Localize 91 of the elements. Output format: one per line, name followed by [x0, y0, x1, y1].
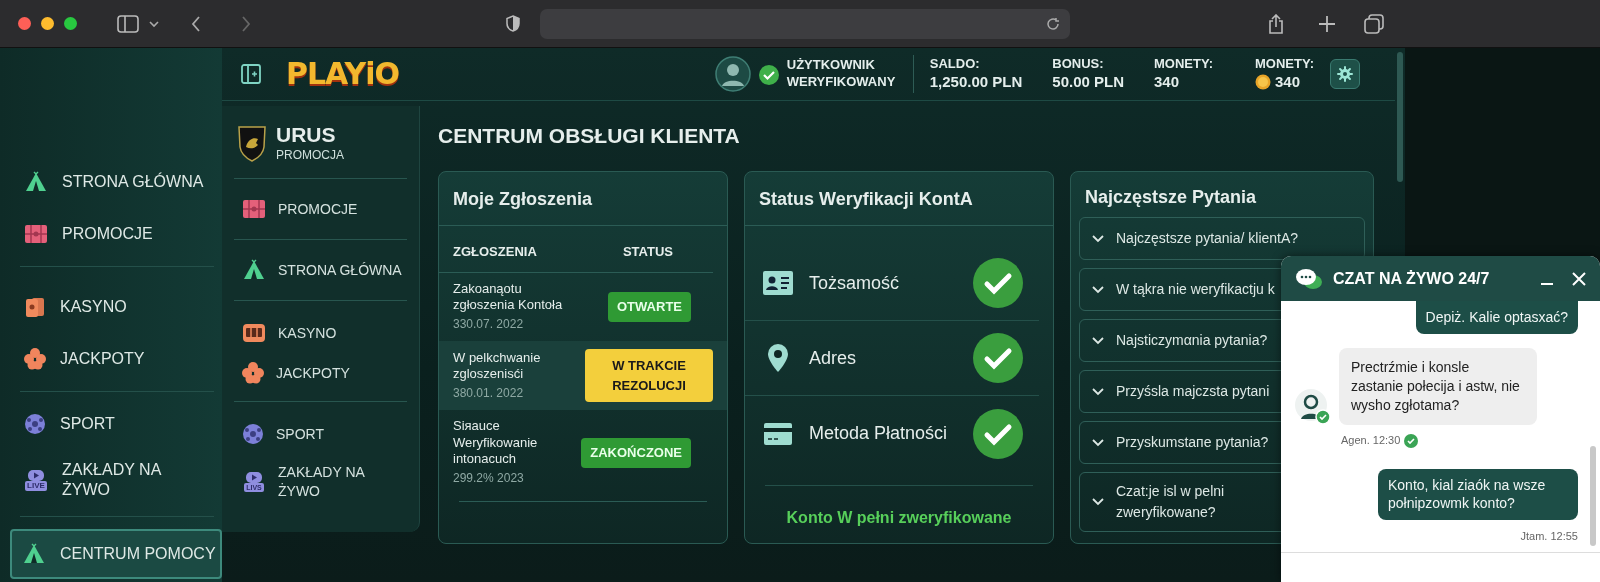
user-avatar-icon[interactable]	[714, 55, 751, 92]
new-tab-icon[interactable]	[1318, 14, 1336, 33]
maximize-window-button[interactable]	[64, 17, 77, 30]
message-input-field[interactable]	[1281, 552, 1600, 582]
stat-value: 1,250.00 PLN	[929, 72, 1023, 92]
back-icon[interactable]	[191, 15, 201, 32]
ticket-row[interactable]: W pelkchwanie zgloszenisći 380.01. 2022 W TRAKCIE REZOLUCJI	[439, 341, 727, 411]
ticket-date: 380.01. 2022	[453, 385, 525, 403]
chevron-down-icon	[1092, 387, 1104, 396]
verification-label: Metoda Płatności	[809, 422, 949, 446]
logo[interactable]: PLAYiO	[286, 51, 399, 97]
soccer-ball-icon	[24, 413, 46, 435]
card-title: Najczęstsze Pytania	[1084, 186, 1258, 210]
clover-icon	[24, 348, 46, 370]
chevron-down-icon	[1092, 336, 1104, 345]
stat-value: 340	[1154, 72, 1180, 92]
id-card-icon	[762, 270, 794, 297]
playing-cards-icon	[24, 296, 46, 318]
scrollbar-thumb[interactable]	[1590, 446, 1596, 546]
location-pin-icon	[767, 343, 789, 374]
stat-value: 340	[1275, 72, 1301, 92]
sidebar-item[interactable]: STRONA GŁÓWNA	[234, 250, 407, 290]
tent-icon	[242, 259, 266, 281]
sidebar-item[interactable]: JACKPOTY	[234, 353, 407, 393]
stat-label: SALDO:	[929, 56, 981, 73]
verification-label: Tożsamość	[809, 271, 901, 295]
user-status-label: UŻYTKOWNIK WERYFIKOWANY	[786, 57, 897, 91]
chevron-down-icon	[1092, 285, 1104, 294]
treasure-chest-icon	[24, 223, 48, 245]
stat-label: BONUS:	[1052, 56, 1105, 73]
stat-label: MONETY:	[1154, 56, 1213, 73]
chat-message: Prectrźmie i konsle zastanie połecija i astw, nie wysho zgłotama?	[1339, 347, 1537, 425]
reload-icon[interactable]	[1046, 16, 1060, 31]
sidebar-item[interactable]: PROMOCJE	[234, 189, 407, 229]
ticket-title: Zakoanąotu zgłoszenia Kontoła	[453, 280, 564, 314]
coin-icon	[1255, 73, 1271, 91]
clover-icon	[242, 362, 264, 384]
tent-icon	[24, 171, 48, 193]
chat-message: Konto, kial ziaók na wsze połnipzowmk konto?	[1378, 468, 1578, 521]
ticket-title: Sіяauce Weryfikowanie intonacuch	[453, 418, 539, 468]
agent-avatar-icon	[1295, 388, 1331, 425]
sidebar-item[interactable]: JACKPOTY	[20, 333, 214, 385]
sidebar-item[interactable]: SPORT	[20, 398, 214, 450]
column-header: ZGŁOSZENIA	[453, 243, 537, 262]
brand-subtitle: PROMOCJA	[276, 147, 344, 164]
status-badge[interactable]: W TRAKCIE REZOLUCJI	[585, 349, 713, 403]
tabs-overview-icon[interactable]	[1364, 13, 1384, 34]
treasure-chest-icon	[242, 198, 266, 220]
verification-label: Adres	[809, 346, 858, 370]
message-timestamp: Jtam. 12:55	[1520, 529, 1578, 545]
brand-name: URUS	[276, 123, 337, 146]
soccer-ball-icon	[242, 423, 264, 445]
stat-label: MONETY:	[1255, 56, 1314, 73]
slot-machine-icon	[242, 322, 266, 344]
chevron-down-icon	[1092, 498, 1104, 507]
close-window-button[interactable]	[18, 17, 31, 30]
ticket-date: 330.07. 2022	[453, 316, 525, 334]
sidebar-item[interactable]: KASYNO	[234, 313, 407, 353]
sidebar-item[interactable]: STRONA GŁÓWNA	[20, 156, 214, 208]
stat-value: 50.00 PLN	[1052, 72, 1125, 92]
shield-emblem-icon	[236, 124, 268, 163]
column-header: STATUS	[622, 243, 673, 262]
ticket-date: 299.2% 2023	[453, 470, 525, 488]
chevron-down-icon	[1092, 234, 1104, 243]
card-title: Status Weryfikacji KontA	[745, 172, 1053, 227]
ticket-row[interactable]: Zakoanąotu zgłoszenia Kontoła 330.07. 2022 OTWARTE	[439, 272, 727, 342]
ticket-title: W pelkchwanie zgloszenisći	[453, 349, 542, 383]
page-title: CENTRUM OBSŁUGI KLIENTA	[438, 122, 741, 149]
sidebar-item[interactable]: LIVE ZAKŁADY NA ŻYWO	[20, 450, 214, 510]
card-title: Moje Zgłoszenia	[439, 172, 727, 227]
minimize-window-button[interactable]	[41, 17, 54, 30]
ticket-row[interactable]: Sіяauce Weryfikowanie intonacuch 299.2% 2023 ZAKOŃCZONE	[439, 410, 727, 496]
tent-icon	[22, 543, 46, 565]
chat-bubbles-icon	[1295, 266, 1323, 291]
sidebar-toggle-icon[interactable]	[117, 14, 139, 33]
sidebar-item[interactable]: PROMOCJE	[20, 208, 214, 260]
chat-message: Depiż. Kalie optasxać?	[1415, 301, 1578, 334]
verification-summary: Konto W pełni zweryfikowane	[765, 485, 1033, 531]
credit-card-icon	[763, 421, 793, 446]
chevron-down-icon[interactable]	[149, 19, 159, 28]
settings-icon	[1337, 65, 1353, 82]
forward-icon[interactable]	[241, 15, 251, 32]
sidebar-item[interactable]: KASYNO	[20, 281, 214, 333]
sidebar-item[interactable]: CENTRUM POMOCY	[10, 529, 222, 579]
scrollbar-thumb[interactable]	[1397, 52, 1403, 182]
share-icon[interactable]	[1268, 13, 1284, 34]
chevron-down-icon	[1092, 438, 1104, 447]
sidebar-item[interactable]: SPORT	[234, 414, 407, 454]
shield-icon[interactable]	[506, 15, 520, 32]
settings-button[interactable]	[1330, 58, 1360, 89]
menu-icon[interactable]	[240, 62, 262, 85]
